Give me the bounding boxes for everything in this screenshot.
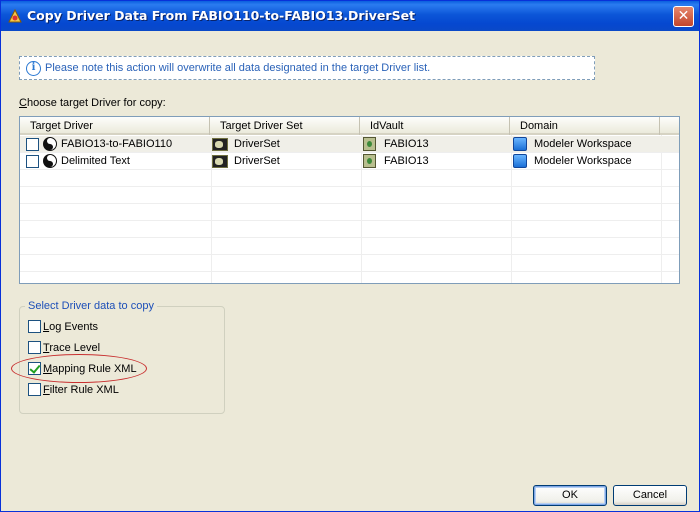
log-events-checkbox[interactable] [28,320,41,333]
red-highlight-ellipse [11,354,147,383]
choose-label-rest: hoose target Driver for copy: [26,97,166,109]
driver-name: FABIO13-to-FABIO110 [61,138,173,150]
yin-yang-driver-icon [43,154,57,168]
ok-button[interactable]: OK [533,485,607,506]
driver-set-name: DriverSet [234,155,280,167]
empty-row [20,204,679,221]
trace-level-checkbox[interactable] [28,341,41,354]
driver-name: Delimited Text [61,155,130,167]
row-checkbox[interactable] [26,155,39,168]
title-bar[interactable]: Copy Driver Data From FABIO110-to-FABIO1… [1,1,699,31]
choose-target-label: Choose target Driver for copy: [19,97,166,109]
idvault-icon [363,154,376,168]
row-checkbox[interactable] [26,138,39,151]
copy-driver-icon [8,8,22,23]
empty-row [20,187,679,204]
close-button[interactable]: ✕ [673,6,694,27]
domain-name: Modeler Workspace [534,155,632,167]
idvault-name: FABIO13 [384,138,429,150]
domain-name: Modeler Workspace [534,138,632,150]
log-events-label: Log Events [43,320,98,334]
window-title: Copy Driver Data From FABIO110-to-FABIO1… [27,8,416,23]
empty-row [20,255,679,272]
domain-icon [513,154,527,168]
domain-icon [513,137,527,151]
driverset-icon [212,155,228,168]
trace-level-label: Trace Level [43,341,100,355]
idvault-icon [363,137,376,151]
info-text: Please note this action will overwrite a… [45,62,431,74]
cancel-button[interactable]: Cancel [613,485,687,506]
copy-driver-data-dialog: Copy Driver Data From FABIO110-to-FABIO1… [0,0,700,512]
info-icon: i [26,61,41,76]
table-row[interactable]: Delimited Text DriverSet FABIO13 Modeler… [20,153,679,170]
idvault-name: FABIO13 [384,155,429,167]
filter-rule-xml-checkbox[interactable] [28,383,41,396]
column-header-domain[interactable]: Domain [510,117,660,135]
choose-label-mnemonic: C [19,97,27,109]
column-header-idvault[interactable]: IdVault [360,117,510,135]
column-header-target-driver-set[interactable]: Target Driver Set [210,117,360,135]
mnemonic: F [43,384,50,396]
filter-rule-xml-label: Filter Rule XML [43,383,119,397]
label-rest: race Level [49,342,101,354]
label-rest: og Events [49,321,99,333]
driver-set-name: DriverSet [234,138,280,150]
info-banner: i Please note this action will overwrite… [19,56,595,80]
table-header: Target Driver Target Driver Set IdVault … [20,117,679,135]
label-rest: ilter Rule XML [49,384,119,396]
yin-yang-driver-icon [43,137,57,151]
column-header-target-driver[interactable]: Target Driver [20,117,210,135]
empty-row [20,170,679,187]
driverset-icon [212,138,228,151]
empty-row [20,221,679,238]
group-legend: Select Driver data to copy [25,300,157,312]
table-row[interactable]: FABIO13-to-FABIO110 DriverSet FABIO13 Mo… [20,136,679,153]
empty-row [20,238,679,255]
target-driver-table[interactable]: Target Driver Target Driver Set IdVault … [19,116,680,284]
